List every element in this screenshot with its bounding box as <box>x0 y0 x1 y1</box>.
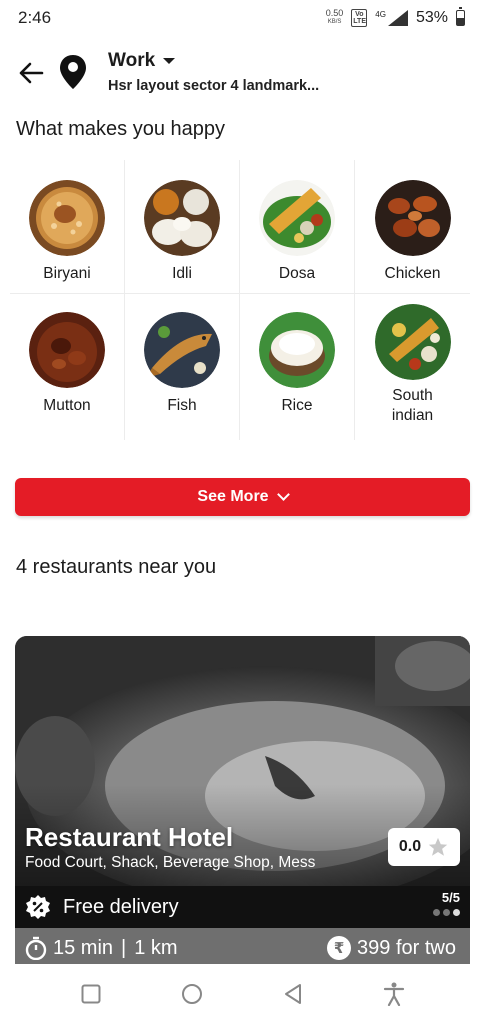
offer-bar: Free delivery 5/5 <box>15 886 470 928</box>
mutton-image <box>29 312 105 388</box>
pager-dots <box>433 909 460 916</box>
separator: | <box>121 936 127 959</box>
timer-icon <box>25 936 47 960</box>
restaurant-name: Restaurant Hotel <box>25 822 234 852</box>
back-arrow-icon <box>19 62 44 84</box>
location-selector[interactable]: Work <box>108 50 176 72</box>
category-label: Idli <box>172 265 192 282</box>
pager-dot <box>443 909 450 916</box>
net-speed-unit: KB/S <box>327 19 342 25</box>
offer-pager: 5/5 <box>433 890 460 916</box>
caret-down-icon <box>163 58 176 64</box>
status-time: 2:46 <box>18 8 52 27</box>
biryani-image <box>29 180 105 256</box>
location-subtitle[interactable]: Hsr layout sector 4 landmark... <box>108 78 319 94</box>
square-icon <box>81 984 101 1004</box>
idli-image <box>144 180 220 256</box>
see-more-label: See More <box>197 488 269 505</box>
category-dosa[interactable]: Dosa <box>240 160 355 294</box>
chicken-image <box>374 180 451 256</box>
category-label: Rice <box>281 397 313 414</box>
delivery-time: 15 min <box>53 936 114 959</box>
net-speed-indicator: 0.50 KB/S <box>326 9 344 27</box>
battery-percent: 53% <box>415 9 448 26</box>
restaurant-cuisines: Food Court, Shack, Beverage Shop, Mess <box>25 854 316 871</box>
triangle-back-icon <box>285 984 302 1004</box>
rice-image <box>259 312 335 388</box>
restaurant-card[interactable]: Restaurant Hotel Food Court, Shack, Beve… <box>15 636 470 966</box>
fish-image <box>144 312 220 388</box>
category-label: Fish <box>167 397 197 414</box>
nav-back-button[interactable] <box>273 974 313 1014</box>
pager-dot-active <box>453 909 460 916</box>
time-distance: 15 min | 1 km <box>25 936 178 960</box>
section-title-restaurants: 4 restaurants near you <box>16 556 217 578</box>
distance: 1 km <box>134 936 178 959</box>
battery-fill <box>457 17 464 25</box>
net-speed-value: 0.50 <box>325 8 344 18</box>
volte-icon: Vo LTE <box>351 9 368 27</box>
category-chicken[interactable]: Chicken <box>355 160 470 294</box>
star-icon <box>428 837 448 856</box>
accessibility-icon <box>384 982 405 1006</box>
discount-badge-icon <box>26 895 50 919</box>
rating-value: 0.0 <box>398 838 422 855</box>
system-nav-bar <box>0 964 485 1024</box>
price-info: ₹ 399 for two <box>327 936 456 960</box>
status-icons: 0.50 KB/S Vo LTE 4G 53% <box>326 7 465 27</box>
category-label: Biryani <box>43 265 91 282</box>
pager-dot <box>433 909 440 916</box>
category-fish[interactable]: Fish <box>125 294 240 440</box>
dosa-image <box>259 180 335 256</box>
pager-count: 5/5 <box>441 890 460 905</box>
rupee-icon: ₹ <box>327 936 352 960</box>
location-title: Work <box>108 50 156 71</box>
category-south-indian[interactable]: South indian <box>355 294 470 440</box>
network-type: 4G <box>375 9 386 19</box>
recents-button[interactable] <box>71 974 111 1014</box>
location-header: Work Hsr layout sector 4 landmark... <box>0 44 485 104</box>
category-idli[interactable]: Idli <box>125 160 240 294</box>
category-label: Chicken <box>384 265 441 282</box>
price-for-two: 399 for two <box>357 936 456 959</box>
info-bar: 15 min | 1 km ₹ 399 for two <box>15 928 470 966</box>
status-bar: 2:46 0.50 KB/S Vo LTE 4G 53% <box>0 0 485 36</box>
rating-badge: 0.0 <box>388 828 460 866</box>
accessibility-button[interactable] <box>374 974 414 1014</box>
category-label: South indian <box>391 387 434 424</box>
offer-text: Free delivery <box>63 895 179 918</box>
category-rice[interactable]: Rice <box>240 294 355 440</box>
category-mutton[interactable]: Mutton <box>10 294 125 440</box>
back-button[interactable] <box>14 56 48 90</box>
category-label: Dosa <box>278 265 316 282</box>
category-biryani[interactable]: Biryani <box>10 160 125 294</box>
category-label: Mutton <box>43 397 91 414</box>
south-indian-image <box>374 304 451 380</box>
battery-icon <box>456 7 465 26</box>
circle-icon <box>181 984 202 1004</box>
chevron-down-icon <box>276 488 290 501</box>
home-button[interactable] <box>172 974 212 1014</box>
section-title-happy: What makes you happy <box>16 118 225 140</box>
category-grid: Biryani Idli Dosa Chicken Mutton Fish Ri… <box>10 160 470 440</box>
location-pin-icon <box>60 55 86 89</box>
signal-icon <box>387 10 408 26</box>
see-more-button[interactable]: See More <box>15 478 470 516</box>
